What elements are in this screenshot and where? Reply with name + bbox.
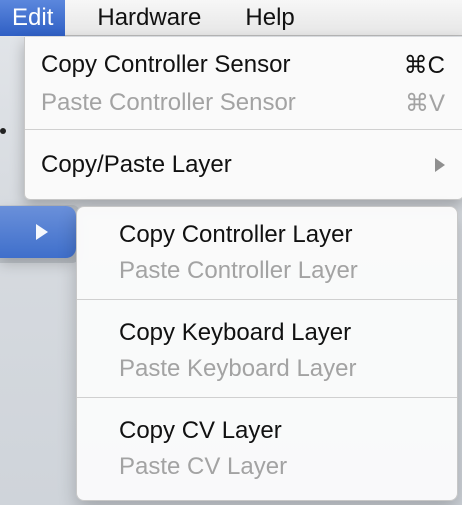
background-dot [0,128,6,134]
menu-item-label: Copy/Paste Layer [41,151,232,178]
triangle-right-icon [435,158,445,172]
menu-item-label: Paste Controller Sensor [41,89,296,116]
menu-edit[interactable]: Edit [0,0,66,36]
submenu-separator [77,397,457,398]
menu-item-copy-paste-layer[interactable]: Copy/Paste Layer [25,147,462,183]
menu-item-copy-controller-sensor[interactable]: Copy Controller Sensor ⌘C [25,47,462,83]
menu-item-shortcut: ⌘C [403,51,445,79]
submenu-item-copy-controller-layer[interactable]: Copy Controller Layer [77,217,457,253]
menu-item-label: Copy Controller Sensor [41,51,291,78]
submenu-item-copy-cv-layer[interactable]: Copy CV Layer [77,413,457,449]
submenu-item-paste-cv-layer: Paste CV Layer [119,453,288,480]
menu-hardware[interactable]: Hardware [85,0,213,36]
submenu-item-paste-keyboard-layer: Paste Keyboard Layer [119,355,357,382]
menu-separator [25,129,462,130]
submenu-item-copy-keyboard-layer[interactable]: Copy Keyboard Layer [77,315,457,351]
submenu-separator [77,299,457,300]
menu-item-shortcut: ⌘V [404,89,445,117]
submenu-item-paste-controller-layer: Paste Controller Layer [119,257,358,284]
menu-help[interactable]: Help [233,0,306,36]
copy-paste-layer-submenu: Copy Controller Layer Paste Controller L… [76,206,458,501]
triangle-right-icon [36,224,48,240]
menu-item-copy-paste-layer-highlight[interactable] [0,206,76,258]
menu-item-paste-controller-sensor: Paste Controller Sensor ⌘V [25,85,462,121]
menu-bar: Edit Hardware Help [0,0,462,36]
edit-menu: Copy Controller Sensor ⌘C Paste Controll… [24,37,462,200]
